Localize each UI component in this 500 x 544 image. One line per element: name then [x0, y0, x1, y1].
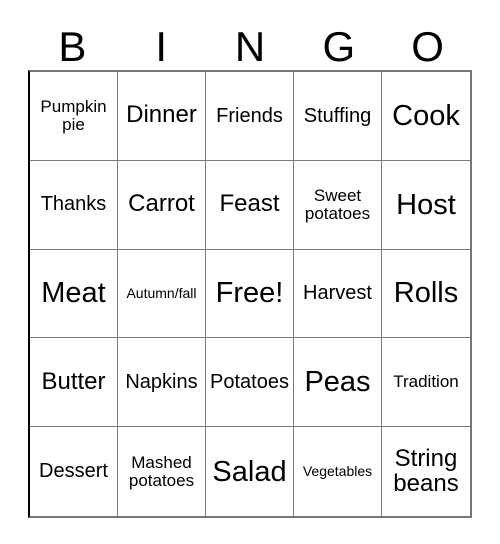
bingo-cell-b5[interactable]: Dessert — [30, 427, 118, 516]
bingo-card: B I N G O Pumpkin pie Dinner Friends Stu… — [0, 0, 500, 544]
bingo-cell-o1[interactable]: Cook — [382, 72, 470, 161]
bingo-cell-o5[interactable]: String beans — [382, 427, 470, 516]
bingo-cell-label: Autumn/fall — [126, 285, 197, 302]
bingo-cell-n5[interactable]: Salad — [206, 427, 294, 516]
bingo-cell-i4[interactable]: Napkins — [118, 338, 206, 428]
bingo-cell-g2[interactable]: Sweet potatoes — [294, 160, 382, 250]
bingo-header-letter-i: I — [155, 23, 168, 70]
bingo-cell-label: Vegetables — [302, 463, 373, 480]
bingo-cell-label: Tradition — [393, 372, 459, 392]
bingo-cell-label: Rolls — [393, 277, 459, 310]
bingo-cell-o3[interactable]: Rolls — [382, 249, 470, 339]
bingo-header-letter-g: G — [322, 23, 356, 70]
bingo-cell-label: String beans — [393, 444, 459, 497]
bingo-cell-g3[interactable]: Harvest — [294, 249, 382, 339]
bingo-cell-label: Cook — [392, 99, 460, 132]
bingo-cell-label: Stuffing — [303, 104, 372, 127]
bingo-cell-label: Potatoes — [210, 370, 289, 393]
bingo-header-row: B I N G O — [28, 16, 472, 70]
bingo-cell-label: Dinner — [126, 101, 197, 129]
bingo-header-letter-n: N — [234, 23, 266, 70]
bingo-cell-n4[interactable]: Potatoes — [206, 338, 294, 428]
bingo-cell-label: Butter — [41, 367, 106, 395]
bingo-cell-label: Dessert — [39, 460, 108, 483]
bingo-cell-i5[interactable]: Mashed potatoes — [118, 427, 206, 516]
bingo-cell-n2[interactable]: Feast — [206, 160, 294, 250]
bingo-cell-label: Peas — [304, 366, 371, 399]
bingo-cell-label: Pumpkin pie — [40, 97, 107, 134]
bingo-cell-i3[interactable]: Autumn/fall — [118, 249, 206, 339]
bingo-cell-label: Feast — [219, 190, 280, 218]
bingo-cell-n1[interactable]: Friends — [206, 72, 294, 161]
bingo-cell-b3[interactable]: Meat — [30, 249, 118, 339]
bingo-cell-free-space[interactable]: Free! — [206, 249, 294, 339]
bingo-cell-b4[interactable]: Butter — [30, 338, 118, 428]
bingo-cell-label: Carrot — [128, 190, 195, 218]
bingo-grid: Pumpkin pie Dinner Friends Stuffing Cook… — [28, 70, 472, 518]
bingo-cell-label: Host — [396, 188, 456, 221]
bingo-cell-label: Napkins — [125, 370, 198, 393]
bingo-cell-i1[interactable]: Dinner — [118, 72, 206, 161]
bingo-cell-b2[interactable]: Thanks — [30, 160, 118, 250]
bingo-cell-label: Mashed potatoes — [128, 452, 195, 490]
bingo-cell-label: Harvest — [303, 282, 372, 305]
bingo-cell-label: Free! — [215, 277, 284, 310]
bingo-cell-o4[interactable]: Tradition — [382, 338, 470, 428]
bingo-cell-label: Sweet potatoes — [304, 186, 371, 223]
bingo-header-letter-o: O — [411, 23, 444, 70]
bingo-cell-g1[interactable]: Stuffing — [294, 72, 382, 161]
bingo-cell-label: Meat — [41, 277, 106, 310]
bingo-header-letter-b: B — [58, 23, 87, 70]
bingo-cell-g4[interactable]: Peas — [294, 338, 382, 428]
bingo-cell-b1[interactable]: Pumpkin pie — [30, 72, 118, 161]
bingo-cell-label: Salad — [212, 455, 287, 488]
bingo-cell-g5[interactable]: Vegetables — [294, 427, 382, 516]
bingo-cell-label: Friends — [216, 104, 283, 127]
bingo-cell-o2[interactable]: Host — [382, 160, 470, 250]
bingo-cell-label: Thanks — [40, 193, 107, 216]
bingo-cell-i2[interactable]: Carrot — [118, 160, 206, 250]
